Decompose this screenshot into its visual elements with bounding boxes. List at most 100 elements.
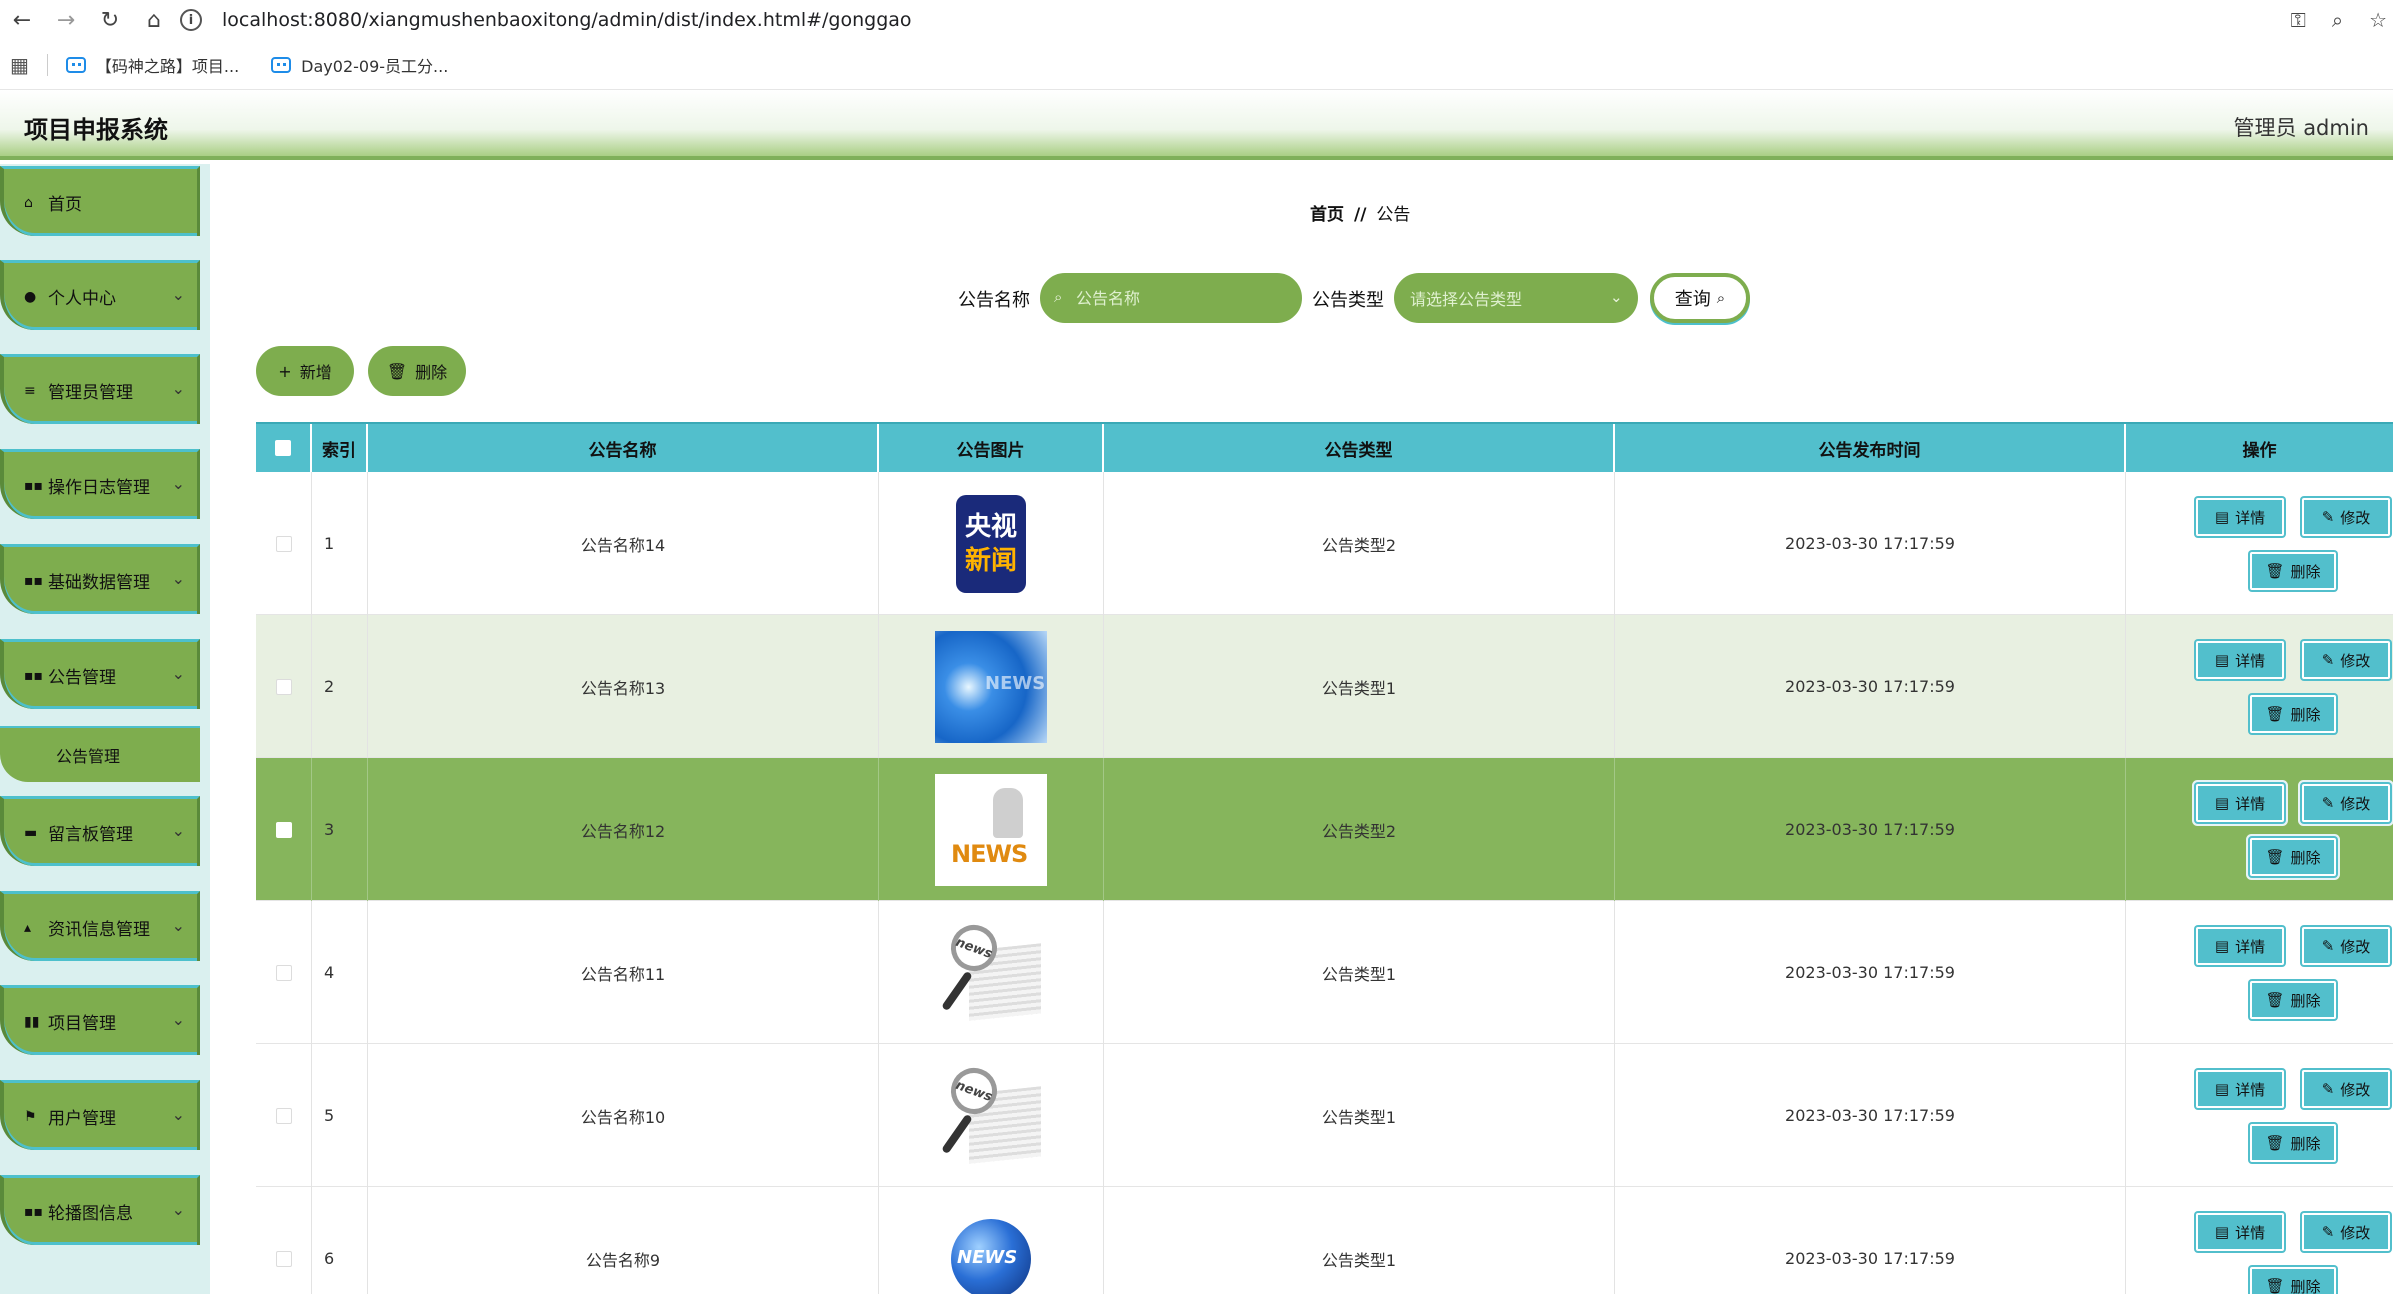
delete-button[interactable]: 🗑 删除 bbox=[2250, 981, 2336, 1019]
row-image-cell: news bbox=[879, 1044, 1104, 1187]
select-all-cell bbox=[256, 424, 312, 472]
row-name: 公告名称14 bbox=[368, 472, 879, 615]
row-check-cell bbox=[256, 615, 312, 758]
sidebar-item-label: 项目管理 bbox=[48, 1014, 116, 1034]
sidebar-item-carousel[interactable]: ▪▪ 轮播图信息 ⌄ bbox=[0, 1175, 200, 1245]
detail-button[interactable]: ▤ 详情 bbox=[2196, 784, 2284, 822]
row-checkbox[interactable] bbox=[275, 821, 292, 838]
chevron-down-icon: ⌄ bbox=[171, 285, 185, 304]
chevron-down-icon: ⌄ bbox=[171, 1200, 185, 1219]
edit-button[interactable]: ✎ 修改 bbox=[2302, 784, 2390, 822]
edit-button[interactable]: ✎ 修改 bbox=[2302, 641, 2390, 679]
delete-button[interactable]: 🗑 删除 bbox=[2250, 838, 2336, 876]
detail-button[interactable]: ▤ 详情 bbox=[2196, 641, 2284, 679]
add-button[interactable]: + 新增 bbox=[256, 346, 354, 396]
row-check-cell bbox=[256, 1044, 312, 1187]
row-index: 3 bbox=[312, 758, 368, 901]
edit-button[interactable]: ✎ 修改 bbox=[2302, 927, 2390, 965]
grid-icon: ▪▪ bbox=[24, 667, 43, 684]
back-icon[interactable]: ← bbox=[0, 0, 44, 40]
bookmark-item-2[interactable]: Day02-09-员工分... bbox=[271, 53, 448, 77]
notice-image[interactable]: NEWS bbox=[935, 773, 1047, 886]
row-checkbox[interactable] bbox=[275, 535, 292, 552]
sidebar-item-users[interactable]: ⚑ 用户管理 ⌄ bbox=[0, 1080, 200, 1150]
chevron-down-icon: ⌄ bbox=[171, 379, 185, 398]
row-actions: ▤ 详情 ✎ 修改 🗑 删除 bbox=[2126, 1187, 2393, 1294]
row-type: 公告类型2 bbox=[1104, 472, 1615, 615]
notice-image[interactable] bbox=[935, 630, 1047, 743]
edit-button[interactable]: ✎ 修改 bbox=[2302, 1213, 2390, 1251]
site-info-icon[interactable]: i bbox=[180, 9, 202, 31]
forward-icon[interactable]: → bbox=[44, 0, 88, 40]
sidebar-item-home[interactable]: ⌂ 首页 bbox=[0, 166, 200, 236]
reload-icon[interactable]: ↻ bbox=[88, 0, 132, 40]
table-row: 3 公告名称12 NEWS 公告类型2 2023-03-30 17:17:59 … bbox=[256, 758, 2393, 901]
chevron-down-icon: ⌄ bbox=[171, 474, 185, 493]
user-icon: ● bbox=[24, 288, 37, 305]
sidebar-subitem-notice[interactable]: 公告管理 bbox=[0, 726, 200, 782]
news-blue-image bbox=[935, 630, 1047, 743]
sidebar-item-basedata[interactable]: ▪▪ 基础数据管理 ⌄ bbox=[0, 544, 200, 614]
apps-icon[interactable]: ▦ bbox=[10, 53, 29, 77]
header-type: 公告类型 bbox=[1104, 424, 1615, 472]
row-actions: ▤ 详情 ✎ 修改 🗑 删除 bbox=[2126, 472, 2393, 615]
header-image: 公告图片 bbox=[879, 424, 1104, 472]
trash-icon: 🗑 bbox=[2265, 1277, 2285, 1294]
delete-button[interactable]: 🗑 删除 bbox=[2250, 1267, 2336, 1294]
user-name[interactable]: 管理员 admin bbox=[2234, 112, 2369, 142]
table-row: 6 公告名称9 公告类型1 2023-03-30 17:17:59 ▤详情 ✎修… bbox=[256, 1187, 2393, 1294]
detail-button[interactable]: ▤ 详情 bbox=[2196, 1070, 2284, 1108]
chevron-down-icon: ⌄ bbox=[171, 664, 185, 683]
sidebar-item-news[interactable]: ▴ 资讯信息管理 ⌄ bbox=[0, 891, 200, 961]
sidebar-item-notice[interactable]: ▪▪ 公告管理 ⌄ bbox=[0, 639, 200, 709]
sidebar-item-oplog[interactable]: ▪▪ 操作日志管理 ⌄ bbox=[0, 449, 200, 519]
notice-image[interactable]: 央视 新闻 bbox=[935, 488, 1047, 600]
sidebar-item-admin[interactable]: ≡ 管理员管理 ⌄ bbox=[0, 354, 200, 424]
select-all-checkbox[interactable] bbox=[275, 440, 291, 456]
row-check-cell bbox=[256, 1187, 312, 1294]
delete-button[interactable]: 🗑 删除 bbox=[2250, 1124, 2336, 1162]
magnifier-news-image: news bbox=[935, 1059, 1047, 1172]
breadcrumb-home[interactable]: 首页 bbox=[1310, 205, 1344, 225]
delete-button[interactable]: 🗑 删除 bbox=[2250, 695, 2336, 733]
delete-button[interactable]: 🗑 删除 bbox=[2250, 552, 2336, 590]
notice-image[interactable]: news bbox=[935, 1059, 1047, 1172]
detail-button[interactable]: ▤ 详情 bbox=[2196, 927, 2284, 965]
bookmark-item-1[interactable]: 【码神之路】项目... bbox=[65, 53, 239, 77]
sidebar-item-label: 操作日志管理 bbox=[48, 478, 150, 498]
bookmarks-bar: ▦ 【码神之路】项目... Day02-09-员工分... bbox=[0, 40, 2393, 90]
query-button[interactable]: 查询 ⌕ bbox=[1650, 273, 1750, 323]
row-check-cell bbox=[256, 758, 312, 901]
notice-type-select[interactable]: 请选择公告类型 bbox=[1394, 273, 1638, 323]
detail-button[interactable]: ▤ 详情 bbox=[2196, 498, 2284, 536]
batch-delete-button[interactable]: 🗑 删除 bbox=[368, 346, 466, 396]
notice-name-input[interactable] bbox=[1040, 273, 1302, 323]
row-checkbox[interactable] bbox=[275, 1107, 292, 1124]
key-icon[interactable]: ⚿ bbox=[2291, 8, 2306, 32]
sidebar-item-message[interactable]: ▬ 留言板管理 ⌄ bbox=[0, 796, 200, 866]
table-row: 1 公告名称14 央视 新闻 公告类型2 2023-03-30 17:17:59 … bbox=[256, 472, 2393, 615]
row-checkbox[interactable] bbox=[275, 1250, 292, 1267]
row-checkbox[interactable] bbox=[275, 678, 292, 695]
detail-button[interactable]: ▤ 详情 bbox=[2196, 1213, 2284, 1251]
star-icon[interactable]: ☆ bbox=[2369, 8, 2387, 32]
breadcrumb-current: 公告 bbox=[1376, 205, 1411, 225]
sidebar-item-personal-center[interactable]: ● 个人中心 ⌄ bbox=[0, 260, 200, 330]
edit-button[interactable]: ✎ 修改 bbox=[2302, 498, 2390, 536]
home-browser-icon[interactable]: ⌂ bbox=[132, 0, 176, 40]
row-checkbox[interactable] bbox=[275, 964, 292, 981]
row-image-cell: NEWS bbox=[879, 758, 1104, 901]
zoom-icon[interactable]: ⌕ bbox=[2332, 8, 2343, 32]
app-header: 项目申报系统 管理员 admin bbox=[0, 90, 2393, 160]
trash-icon: 🗑 bbox=[2265, 848, 2285, 866]
address-bar[interactable]: i localhost:8080/xiangmushenbaoxitong/ad… bbox=[180, 4, 2280, 36]
table-row: 4 公告名称11 news 公告类型1 2023-03-30 17:17:59 … bbox=[256, 901, 2393, 1044]
notice-image[interactable]: news bbox=[935, 916, 1047, 1029]
row-check-cell bbox=[256, 901, 312, 1044]
edit-button[interactable]: ✎ 修改 bbox=[2302, 1070, 2390, 1108]
chart-icon: ▮▮ bbox=[24, 1013, 40, 1030]
notice-image[interactable] bbox=[935, 1203, 1047, 1294]
chevron-down-icon: ⌄ bbox=[171, 821, 185, 840]
row-index: 1 bbox=[312, 472, 368, 615]
sidebar-item-project[interactable]: ▮▮ 项目管理 ⌄ bbox=[0, 985, 200, 1055]
